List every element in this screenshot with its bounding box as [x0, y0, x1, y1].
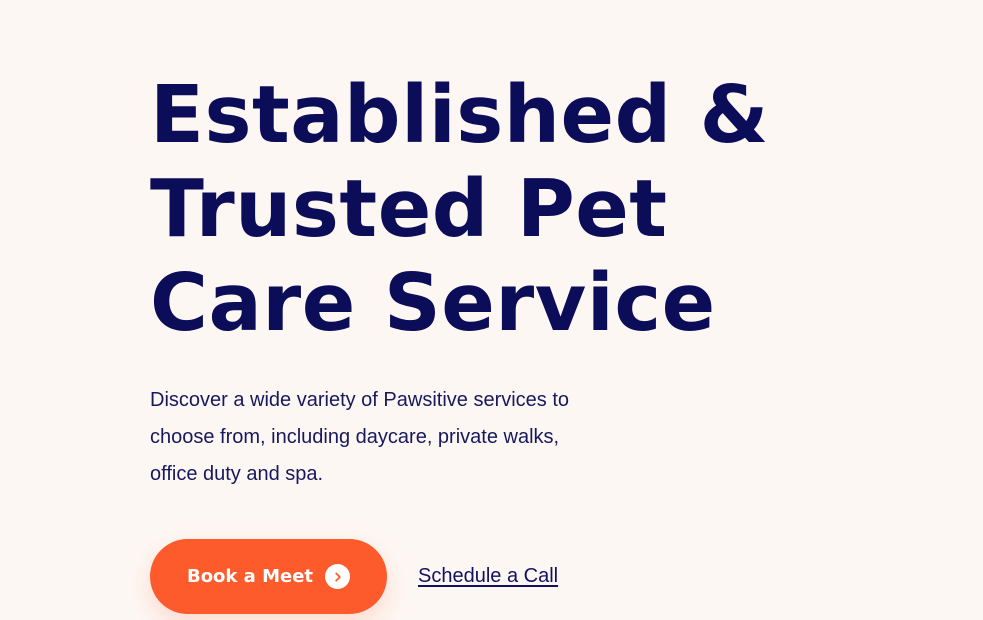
book-a-meet-button[interactable]: Book a Meet: [150, 539, 387, 614]
hero-actions: Book a Meet Schedule a Call: [150, 539, 558, 614]
headline-line-3: Care Service: [150, 257, 716, 349]
hero-description: Discover a wide variety of Pawsitive ser…: [150, 382, 650, 493]
description-line-3: office duty and spa.: [150, 463, 324, 485]
description-line-2: choose from, including daycare, private …: [150, 426, 560, 448]
hero-section: Established & Trusted Pet Care Service D…: [150, 0, 950, 620]
schedule-a-call-link[interactable]: Schedule a Call: [418, 565, 558, 588]
book-a-meet-label: Book a Meet: [186, 566, 314, 587]
headline-line-1: Established &: [150, 69, 770, 161]
chevron-right-icon: [325, 564, 351, 589]
description-line-1: Discover a wide variety of Pawsitive ser…: [150, 389, 570, 411]
hero-headline: Established & Trusted Pet Care Service: [150, 68, 769, 350]
headline-line-2: Trusted Pet: [150, 163, 668, 255]
